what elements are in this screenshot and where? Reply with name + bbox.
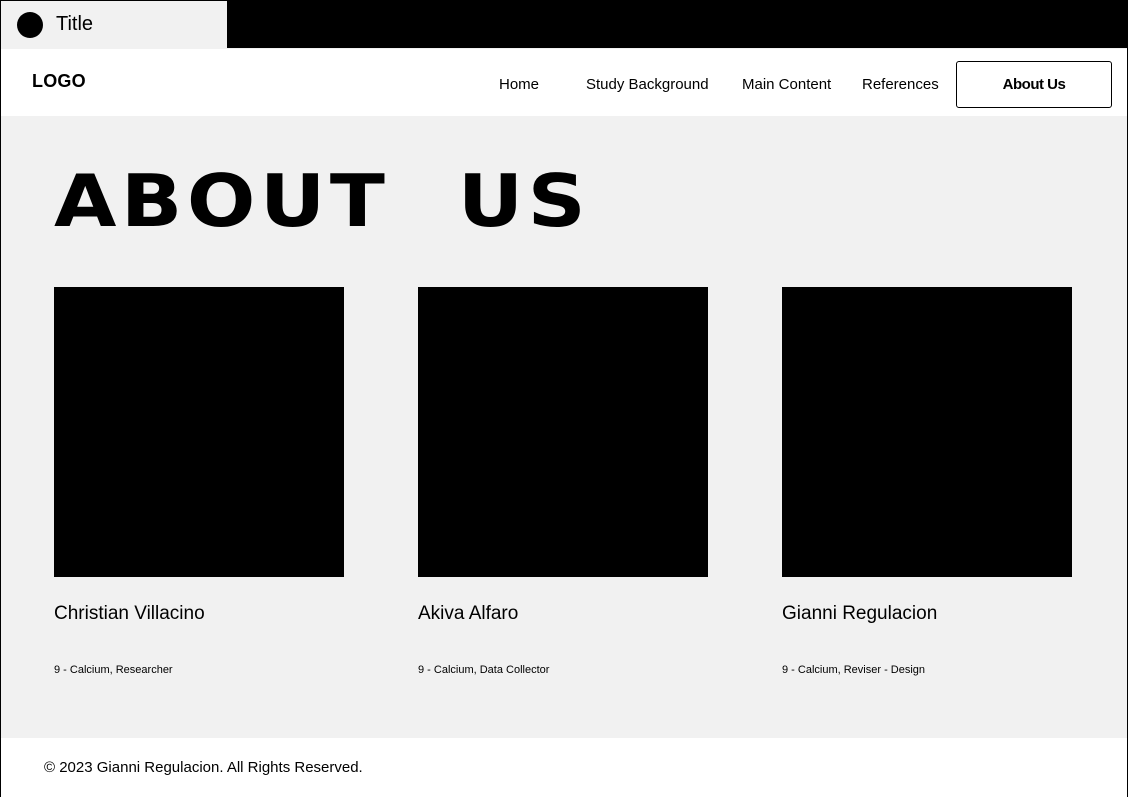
nav-main-content[interactable]: Main Content xyxy=(742,76,831,93)
nav-home[interactable]: Home xyxy=(499,76,539,93)
nav-study-background[interactable]: Study Background xyxy=(586,76,709,93)
member-name: Christian Villacino xyxy=(54,603,205,624)
site-footer: © 2023 Gianni Regulacion. All Rights Res… xyxy=(1,738,1127,797)
team-member-card: Akiva Alfaro 9 - Calcium, Data Collector xyxy=(418,287,708,676)
team-member-card: Christian Villacino 9 - Calcium, Researc… xyxy=(54,287,344,676)
browser-tab[interactable]: Title xyxy=(1,1,227,48)
member-photo xyxy=(782,287,1072,577)
frame-edge-left xyxy=(0,48,1,797)
page: Title LOGO Home Study Background Main Co… xyxy=(0,0,1128,797)
nav-about-us-button[interactable]: About Us xyxy=(956,61,1112,108)
tab-title: Title xyxy=(56,13,94,35)
member-name: Gianni Regulacion xyxy=(782,603,938,624)
site-header: LOGO Home Study Background Main Content … xyxy=(1,49,1127,116)
page-title: ABOUT US xyxy=(54,159,591,243)
member-photo xyxy=(418,287,708,577)
circle-icon xyxy=(17,11,43,38)
member-role: 9 - Calcium, Researcher xyxy=(54,664,173,676)
member-role: 9 - Calcium, Reviser - Design xyxy=(782,664,926,676)
member-name: Akiva Alfaro xyxy=(418,603,519,624)
member-role: 9 - Calcium, Data Collector xyxy=(418,664,550,676)
member-photo xyxy=(54,287,344,577)
logo[interactable]: LOGO xyxy=(32,71,86,92)
copyright-text: © 2023 Gianni Regulacion. All Rights Res… xyxy=(44,759,363,776)
nav-references[interactable]: References xyxy=(862,76,939,93)
team-member-card: Gianni Regulacion 9 - Calcium, Reviser -… xyxy=(782,287,1072,676)
browser-tab-bar: Title xyxy=(0,0,1128,48)
